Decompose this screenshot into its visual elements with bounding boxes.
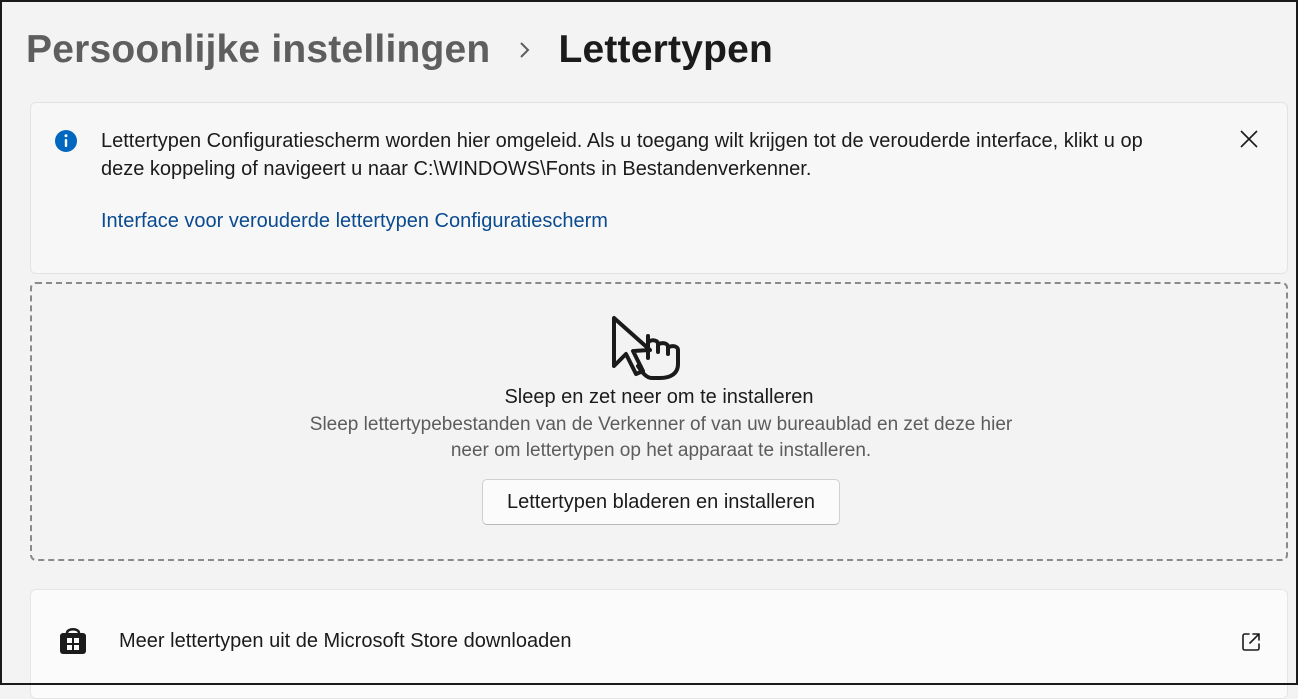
chevron-right-icon (518, 40, 532, 60)
info-icon (54, 129, 78, 153)
page-title: Lettertypen (558, 28, 774, 71)
drop-zone[interactable]: Sleep en zet neer om te installeren Slee… (30, 282, 1288, 561)
microsoft-store-icon (58, 626, 88, 656)
browse-install-button[interactable]: Lettertypen bladeren en installeren (482, 479, 840, 525)
close-icon[interactable] (1237, 127, 1261, 151)
drop-zone-description: Sleep lettertypebestanden van de Verkenn… (309, 414, 1013, 461)
external-link-icon[interactable] (1240, 631, 1262, 653)
breadcrumb-parent[interactable]: Persoonlijke instellingen (26, 28, 490, 72)
info-message: Lettertypen Configuratiescherm worden hi… (101, 130, 1143, 180)
store-download-card[interactable]: Meer lettertypen uit de Microsoft Store … (30, 589, 1288, 699)
drag-drop-hand-icon (610, 314, 692, 380)
drop-zone-title: Sleep en zet neer om te installeren (504, 386, 814, 408)
info-bar: Lettertypen Configuratiescherm worden hi… (30, 102, 1288, 274)
legacy-fonts-link[interactable]: Interface voor verouderde lettertypen Co… (101, 210, 608, 233)
breadcrumb: Persoonlijke instellingen Lettertypen (26, 24, 773, 76)
store-download-label: Meer lettertypen uit de Microsoft Store … (119, 630, 572, 652)
